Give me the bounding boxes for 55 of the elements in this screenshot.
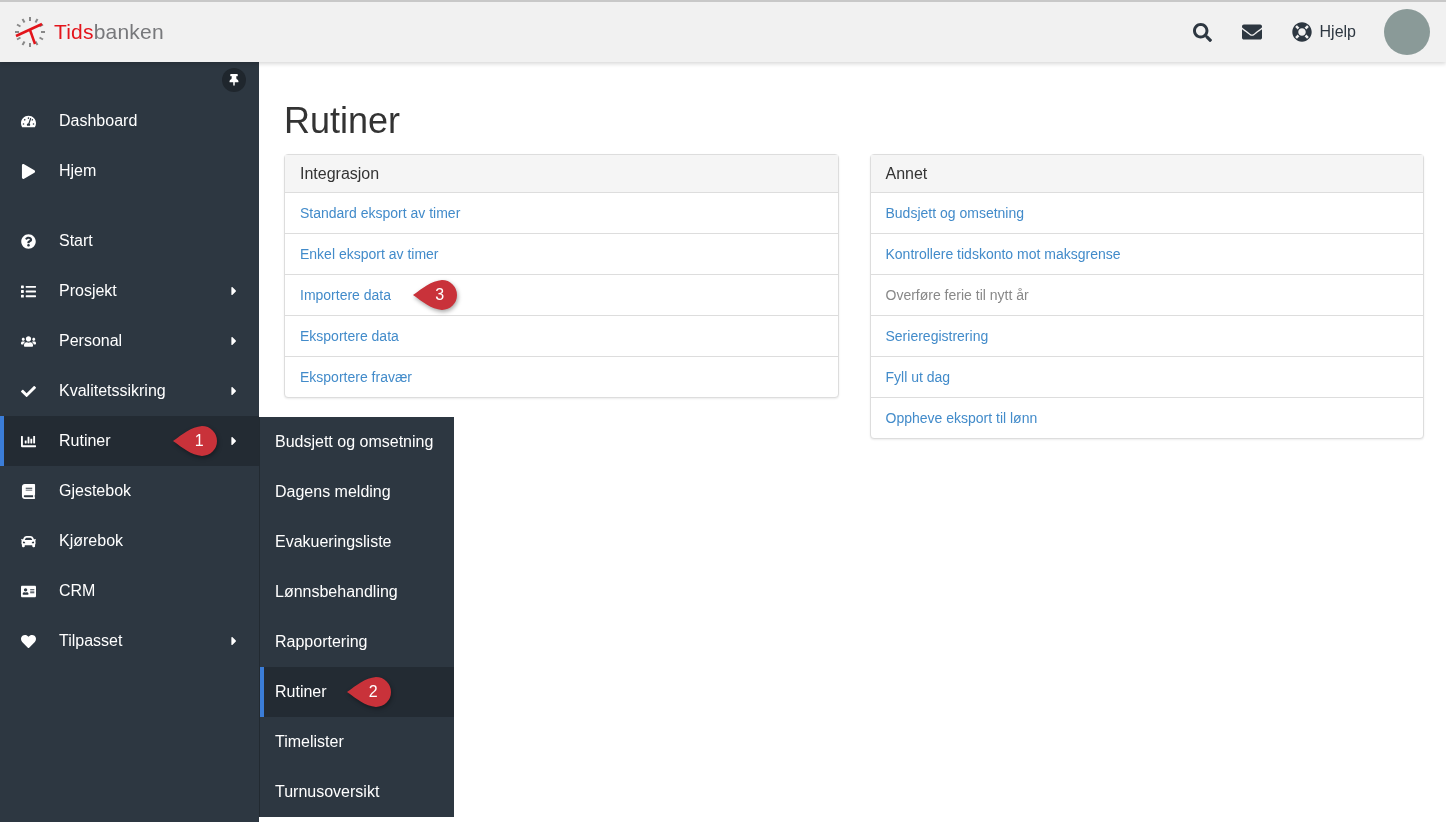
pin-button[interactable]: [222, 68, 246, 92]
panel-link[interactable]: Eksportere data: [300, 328, 399, 344]
bar-chart-icon: [21, 433, 36, 449]
heart-icon: [21, 633, 36, 649]
people-icon: [21, 333, 36, 349]
avatar[interactable]: [1384, 9, 1430, 55]
callout-marker: 2: [346, 677, 391, 707]
callout-marker: 1: [172, 426, 217, 456]
page-title: Rutiner: [284, 100, 402, 142]
submenu-item[interactable]: Rapportering: [260, 617, 454, 667]
book-icon: [21, 483, 36, 499]
lifebuoy-icon: [1291, 22, 1312, 42]
sidebar-item[interactable]: Rutiner 1: [0, 416, 259, 466]
submenu-item[interactable]: Timelister: [260, 717, 454, 767]
pin-icon: [228, 74, 240, 86]
panel-link[interactable]: Standard eksport av timer: [300, 205, 461, 221]
panel-link[interactable]: Enkel eksport av timer: [300, 246, 439, 262]
sidebar-item[interactable]: Prosjekt: [0, 266, 259, 316]
panel-heading: Annet: [870, 155, 1423, 193]
panel-link[interactable]: Kontrollere tidskonto mot maksgrense: [885, 246, 1121, 262]
sidebar-item[interactable]: Personal: [0, 316, 259, 366]
list-icon: [21, 283, 36, 299]
help-link[interactable]: Hjelp: [1291, 22, 1356, 42]
play-icon: [21, 163, 36, 179]
panel-link[interactable]: Eksportere fravær: [300, 369, 413, 385]
id-card-icon: [21, 583, 36, 599]
logo-icon: [14, 16, 46, 48]
sidebar-item[interactable]: Hjem: [0, 146, 259, 196]
submenu-item[interactable]: Rutiner 2: [260, 667, 454, 717]
submenu-item[interactable]: Dagens melding: [260, 467, 454, 517]
sidebar-item[interactable]: Gjestebok: [0, 466, 259, 516]
submenu-item[interactable]: Turnusoversikt: [260, 767, 454, 817]
sidebar-item[interactable]: Dashboard: [0, 96, 259, 146]
submenu-item[interactable]: Lønnsbehandling: [260, 567, 454, 617]
question-icon: [21, 233, 36, 249]
sidebar-item[interactable]: Kvalitetssikring: [0, 366, 259, 416]
sidebar-item[interactable]: Start: [0, 216, 259, 266]
panel-heading: Integrasjon: [285, 155, 838, 193]
car-icon: [21, 533, 36, 549]
logo-text: Tidsbanken: [54, 20, 164, 44]
envelope-icon[interactable]: [1241, 22, 1262, 42]
submenu-item[interactable]: Evakueringsliste: [260, 517, 454, 567]
dashboard-gauge-icon: [21, 113, 36, 129]
search-icon[interactable]: [1192, 22, 1212, 42]
sidebar-item[interactable]: CRM: [0, 566, 259, 616]
panel-link[interactable]: Oppheve eksport til lønn: [885, 410, 1038, 426]
submenu-item[interactable]: Budsjett og omsetning: [260, 417, 454, 467]
sidebar-item[interactable]: Tilpasset: [0, 616, 259, 666]
callout-marker: 3: [413, 280, 458, 310]
panel-link[interactable]: Importere data: [300, 287, 392, 303]
panel-link[interactable]: Fyll ut dag: [885, 369, 951, 385]
panel-link[interactable]: Budsjett og omsetning: [885, 205, 1025, 221]
panel-link[interactable]: Serieregistrering: [885, 328, 989, 344]
sidebar-item[interactable]: Kjørebok: [0, 516, 259, 566]
checkmark-icon: [21, 383, 36, 399]
